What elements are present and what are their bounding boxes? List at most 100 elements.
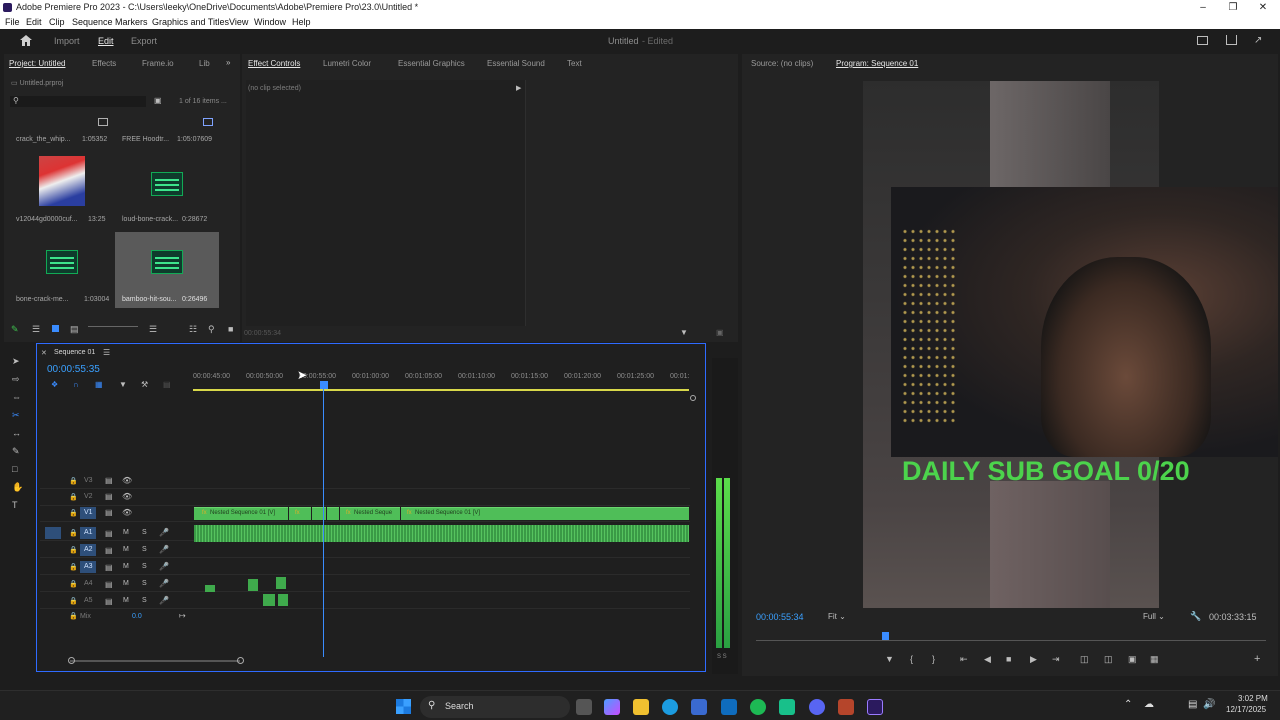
tab-essential-graphics[interactable]: Essential Graphics (398, 59, 465, 68)
compare-view-icon[interactable]: ▦ (1150, 654, 1159, 665)
volume-icon[interactable]: 🔊 (1203, 699, 1215, 710)
solo-button[interactable]: S (142, 529, 147, 536)
audio-thumbnail[interactable] (46, 250, 78, 274)
pen-tool-icon[interactable]: ✎ (12, 446, 20, 457)
chat-app-icon[interactable] (779, 699, 795, 715)
mute-button[interactable]: M (123, 597, 129, 604)
work-area-bar[interactable] (193, 389, 689, 391)
taskbar-search[interactable]: ⚲ Search (420, 696, 570, 718)
search-input[interactable]: ⚲ (10, 96, 146, 107)
lock-icon[interactable]: 🔒 (69, 580, 78, 588)
audio-clip[interactable] (248, 579, 258, 591)
edit-tab[interactable]: Edit (98, 36, 114, 46)
menu-graphics-titles[interactable]: Graphics and Titles (152, 17, 229, 27)
solo-button[interactable]: S (142, 546, 147, 553)
audio-clip[interactable] (205, 585, 215, 592)
add-marker-icon[interactable]: ▼ (885, 654, 894, 664)
menu-view[interactable]: View (229, 17, 248, 27)
tab-program[interactable]: Program: Sequence 01 (836, 59, 918, 68)
clock-time[interactable]: 3:02 PM (1238, 694, 1268, 703)
menu-file[interactable]: File (5, 17, 20, 27)
close-sequence-icon[interactable]: ✕ (41, 349, 47, 357)
solo-button[interactable]: S (142, 580, 147, 587)
tab-source[interactable]: Source: (no clips) (751, 59, 813, 68)
playhead-handle[interactable] (320, 381, 328, 389)
filter-icon[interactable]: ▼ (680, 328, 688, 337)
extract-icon[interactable]: ◫ (1104, 654, 1113, 665)
close-button[interactable]: ✕ (1248, 0, 1278, 15)
timeline-clip[interactable] (327, 507, 339, 520)
tab-effect-controls[interactable]: Effect Controls (248, 59, 300, 68)
timeline-timecode[interactable]: 00:00:55:35 (47, 364, 100, 375)
find-icon[interactable]: ⚲ (208, 324, 215, 335)
tray-overflow-icon[interactable]: ⌃ (1124, 699, 1132, 710)
track-select-tool-icon[interactable]: ⇨ (12, 374, 20, 385)
audio-clip[interactable] (263, 594, 275, 606)
menu-sequence[interactable]: Sequence (72, 17, 113, 27)
pencil-icon[interactable]: ✎ (11, 324, 19, 335)
store-icon[interactable] (691, 699, 707, 715)
audio-thumbnail[interactable] (151, 172, 183, 196)
fullscreen-icon[interactable]: ↗ (1254, 35, 1262, 46)
play-only-icon[interactable]: ▶ (516, 84, 521, 92)
mute-button[interactable]: M (123, 546, 129, 553)
razor-tool-icon[interactable]: ✂ (12, 410, 20, 421)
wrench-icon[interactable]: 🔧 (1190, 611, 1201, 622)
tab-essential-sound[interactable]: Essential Sound (487, 59, 545, 68)
stop-icon[interactable]: ■ (1006, 654, 1011, 664)
video-thumbnail[interactable] (39, 156, 85, 206)
a1-source-patch[interactable] (45, 527, 61, 539)
timeline-clip[interactable]: fx (289, 507, 311, 520)
step-back-icon[interactable]: ◀ (984, 654, 991, 665)
microphone-icon[interactable]: 🎤 (159, 528, 169, 537)
program-timecode[interactable]: 00:00:55:34 (756, 612, 804, 622)
timeline-clip[interactable]: fx Nested Sequence 01 [V] (401, 507, 689, 520)
audio-clip[interactable] (276, 577, 286, 589)
network-icon[interactable]: ▤ (1188, 699, 1197, 710)
sync-lock-icon[interactable]: ▤ (105, 492, 113, 501)
scroll-knob[interactable] (690, 395, 696, 401)
go-to-icon[interactable]: ↦ (179, 611, 186, 620)
sync-lock-icon[interactable]: ▤ (105, 580, 113, 589)
eye-icon[interactable]: 👁 (122, 492, 132, 501)
menu-clip[interactable]: Clip (49, 17, 65, 27)
restore-button[interactable]: ❐ (1218, 0, 1248, 15)
import-tab[interactable]: Import (54, 36, 80, 46)
sync-lock-icon[interactable]: ▤ (105, 597, 113, 606)
new-bin-icon[interactable]: ▣ (154, 96, 162, 105)
start-icon[interactable] (396, 699, 411, 714)
timeline-clip[interactable]: fx Nested Seque (340, 507, 400, 520)
lock-icon[interactable]: 🔒 (69, 546, 78, 554)
scroll-handle-right[interactable] (237, 657, 244, 664)
timeline-scrollbar[interactable] (70, 660, 240, 662)
tab-lumetri-color[interactable]: Lumetri Color (323, 59, 371, 68)
sync-lock-icon[interactable]: ▤ (105, 563, 113, 572)
add-marker-icon[interactable]: ▼ (119, 380, 127, 389)
audio-clip[interactable] (278, 594, 288, 606)
button-editor-icon[interactable]: + (1254, 653, 1260, 665)
settings-wrench-icon[interactable]: ⚒ (141, 380, 148, 389)
panel-menu-icon[interactable]: ☰ (103, 348, 110, 357)
go-to-out-icon[interactable]: ⇥ (1052, 654, 1060, 665)
type-tool-icon[interactable]: T (12, 500, 18, 510)
ripple-edit-tool-icon[interactable]: ⇔ (12, 392, 21, 402)
new-item-icon[interactable]: ■ (228, 324, 233, 334)
lift-icon[interactable]: ◫ (1080, 654, 1089, 665)
zoom-slider[interactable] (88, 326, 138, 327)
solo-button[interactable]: S (142, 597, 147, 604)
scroll-handle-left[interactable] (68, 657, 75, 664)
task-view-icon[interactable] (576, 699, 592, 715)
resolution-dropdown[interactable]: Full ⌄ (1143, 612, 1165, 621)
sync-lock-icon[interactable]: ▤ (105, 476, 113, 485)
mark-out-icon[interactable]: } (932, 654, 935, 664)
copilot-icon[interactable] (604, 699, 620, 715)
onedrive-icon[interactable]: ☁ (1144, 699, 1154, 710)
minimize-button[interactable]: – (1188, 0, 1218, 15)
freeform-view-icon[interactable]: ▤ (70, 324, 79, 335)
discord-icon[interactable] (809, 699, 825, 715)
captions-icon[interactable]: ▤ (163, 380, 171, 389)
mute-button[interactable]: M (123, 580, 129, 587)
hand-tool-icon[interactable]: ✋ (12, 482, 23, 493)
menu-edit[interactable]: Edit (26, 17, 42, 27)
sync-lock-icon[interactable]: ▤ (105, 508, 113, 517)
